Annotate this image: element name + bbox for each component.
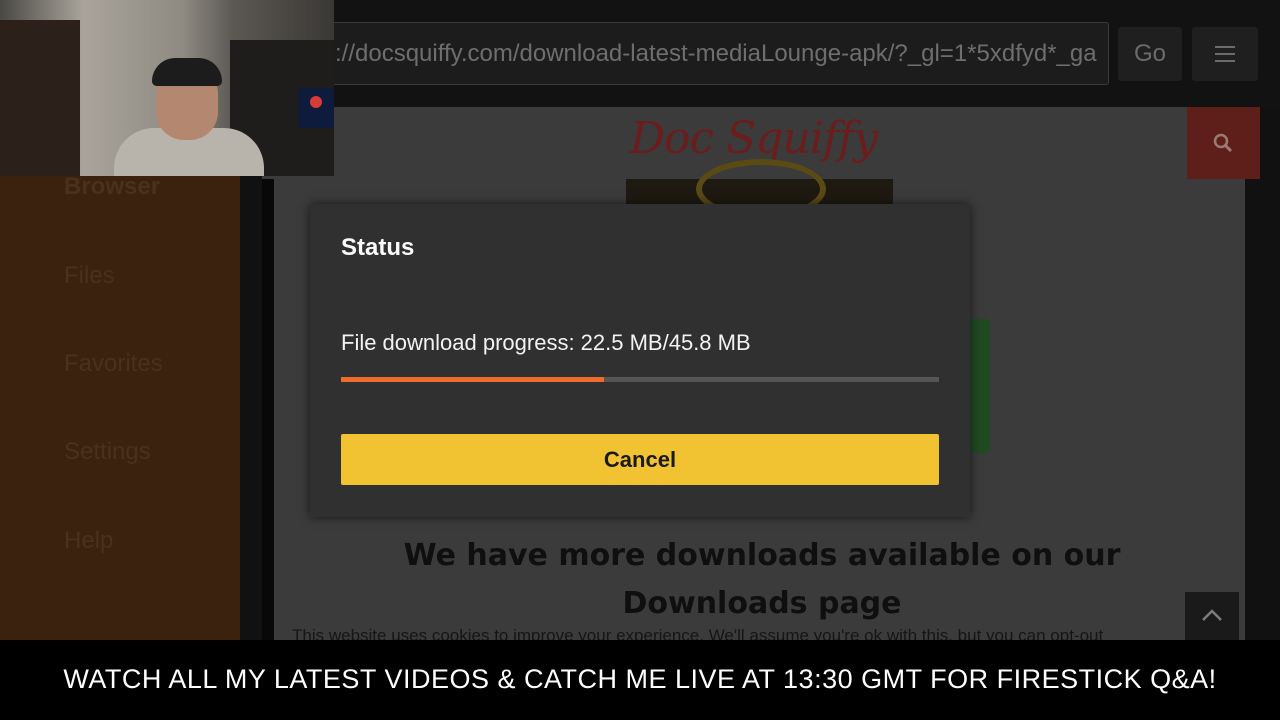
screen: ://docsquiffy.com/download-latest-mediaL… xyxy=(0,0,1280,720)
cookie-notice: This website uses cookies to improve you… xyxy=(292,626,1104,640)
webcam-overlay xyxy=(0,0,334,176)
sidebar-item-browser[interactable]: Browser xyxy=(64,173,160,201)
download-progress-text: File download progress: 22.5 MB/45.8 MB xyxy=(341,330,751,355)
url-text: ://docsquiffy.com/download-latest-mediaL… xyxy=(335,40,1097,67)
chevron-up-icon[interactable] xyxy=(1185,592,1239,640)
progress-bar-fill xyxy=(341,377,605,382)
sidebar-item-help[interactable]: Help xyxy=(64,527,113,555)
downloads-heading: We have more downloads available on our … xyxy=(403,538,1121,621)
site-logo[interactable]: Doc Squiffy xyxy=(262,113,1245,164)
page-divider xyxy=(262,179,274,640)
search-icon[interactable] xyxy=(1187,107,1260,179)
sidebar-item-settings[interactable]: Settings xyxy=(64,438,151,466)
progress-bar xyxy=(341,377,939,382)
dialog-title: Status xyxy=(341,234,415,261)
sidebar-item-files[interactable]: Files xyxy=(64,262,115,290)
go-button[interactable]: Go xyxy=(1118,27,1182,81)
status-dialog: Status File download progress: 22.5 MB/4… xyxy=(310,204,970,517)
stream-ticker: WATCH ALL MY LATEST VIDEOS & CATCH ME LI… xyxy=(0,640,1280,720)
ticker-text: WATCH ALL MY LATEST VIDEOS & CATCH ME LI… xyxy=(63,664,1217,694)
url-bar[interactable]: ://docsquiffy.com/download-latest-mediaL… xyxy=(320,22,1109,85)
cancel-button[interactable]: Cancel xyxy=(341,434,939,485)
sidebar: Browser Files Favorites Settings Help xyxy=(0,173,240,640)
sidebar-item-favorites[interactable]: Favorites xyxy=(64,350,163,378)
hamburger-icon[interactable] xyxy=(1192,27,1258,81)
